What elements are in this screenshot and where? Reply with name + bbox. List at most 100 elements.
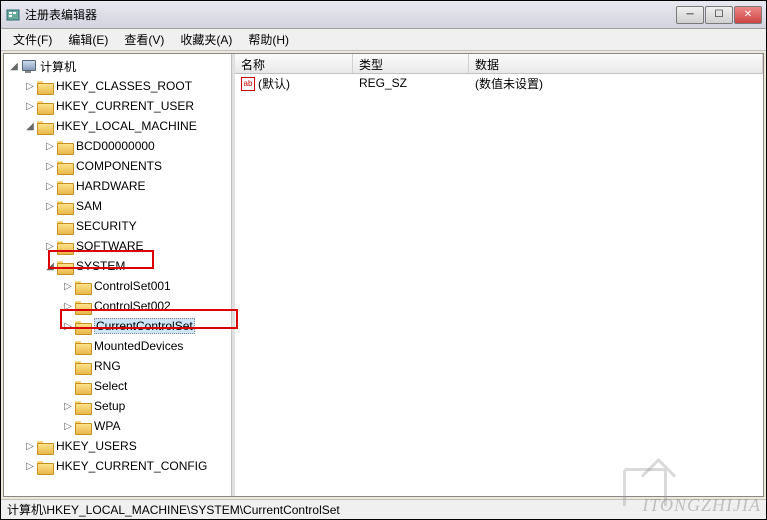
- close-button[interactable]: ✕: [734, 6, 762, 24]
- cell-type: REG_SZ: [353, 75, 469, 91]
- menu-favorites[interactable]: 收藏夹(A): [172, 29, 240, 50]
- tree-hkcr[interactable]: ▷ HKEY_CLASSES_ROOT: [4, 76, 231, 96]
- tree-hkcu[interactable]: ▷ HKEY_CURRENT_USER: [4, 96, 231, 116]
- window-controls: ─ ☐ ✕: [675, 6, 762, 24]
- tree-hku[interactable]: ▷ HKEY_USERS: [4, 436, 231, 456]
- tree-label: ControlSet001: [94, 279, 171, 293]
- tree-label-selected: CurrentControlSet: [94, 318, 195, 334]
- tree-mounted[interactable]: MountedDevices: [4, 336, 231, 356]
- folder-icon: [75, 319, 91, 333]
- tree-hkcc[interactable]: ▷ HKEY_CURRENT_CONFIG: [4, 456, 231, 476]
- tree-label: HKEY_CURRENT_USER: [56, 99, 194, 113]
- expand-icon[interactable]: ▷: [44, 160, 56, 172]
- tree-cs2[interactable]: ▷ ControlSet002: [4, 296, 231, 316]
- folder-icon: [57, 179, 73, 193]
- expand-icon[interactable]: ▷: [24, 80, 36, 92]
- tree-ccs[interactable]: ▷ CurrentControlSet: [4, 316, 231, 336]
- window-title: 注册表编辑器: [25, 6, 675, 23]
- tree-bcd[interactable]: ▷ BCD00000000: [4, 136, 231, 156]
- folder-icon: [37, 99, 53, 113]
- folder-icon: [37, 439, 53, 453]
- tree-security[interactable]: SECURITY: [4, 216, 231, 236]
- menu-edit[interactable]: 编辑(E): [60, 29, 116, 50]
- folder-icon: [57, 259, 73, 273]
- tree-label-computer: 计算机: [40, 58, 76, 75]
- tree-label: HKEY_CLASSES_ROOT: [56, 79, 192, 93]
- col-type[interactable]: 类型: [353, 54, 469, 73]
- tree-setup[interactable]: ▷ Setup: [4, 396, 231, 416]
- list-body[interactable]: ab(默认) REG_SZ (数值未设置): [235, 74, 763, 496]
- tree-label: SAM: [76, 199, 102, 213]
- expand-icon[interactable]: ▷: [44, 180, 56, 192]
- tree-label: Select: [94, 379, 127, 393]
- list-row[interactable]: ab(默认) REG_SZ (数值未设置): [235, 74, 763, 92]
- tree-sam[interactable]: ▷ SAM: [4, 196, 231, 216]
- tree-root[interactable]: ◢ 计算机: [4, 56, 231, 76]
- expand-icon[interactable]: ▷: [62, 300, 74, 312]
- tree-rng[interactable]: RNG: [4, 356, 231, 376]
- computer-icon: [21, 59, 37, 73]
- tree-label: HARDWARE: [76, 179, 146, 193]
- collapse-icon[interactable]: ◢: [24, 120, 36, 132]
- folder-icon: [75, 339, 91, 353]
- reg-sz-icon: ab: [241, 77, 255, 91]
- list-panel: 名称 类型 数据 ab(默认) REG_SZ (数值未设置): [235, 54, 763, 496]
- tree-components[interactable]: ▷ COMPONENTS: [4, 156, 231, 176]
- expand-icon[interactable]: ▷: [62, 280, 74, 292]
- collapse-icon[interactable]: ◢: [8, 60, 20, 72]
- tree-hardware[interactable]: ▷ HARDWARE: [4, 176, 231, 196]
- tree-hklm[interactable]: ◢ HKEY_LOCAL_MACHINE: [4, 116, 231, 136]
- folder-icon: [75, 399, 91, 413]
- expand-spacer: [62, 380, 74, 392]
- folder-icon: [37, 459, 53, 473]
- folder-icon: [57, 199, 73, 213]
- maximize-button[interactable]: ☐: [705, 6, 733, 24]
- expand-spacer: [44, 220, 56, 232]
- col-name[interactable]: 名称: [235, 54, 353, 73]
- tree-select[interactable]: Select: [4, 376, 231, 396]
- tree-label: BCD00000000: [76, 139, 155, 153]
- tree-label: SECURITY: [76, 219, 137, 233]
- tree-panel[interactable]: ◢ 计算机 ▷ HKEY_CLASSES_ROOT ▷ HKEY_CURRENT…: [4, 54, 232, 496]
- tree-label: HKEY_LOCAL_MACHINE: [56, 119, 197, 133]
- folder-icon: [37, 119, 53, 133]
- minimize-button[interactable]: ─: [676, 6, 704, 24]
- tree-label: HKEY_USERS: [56, 439, 137, 453]
- tree-system[interactable]: ◢ SYSTEM: [4, 256, 231, 276]
- expand-icon[interactable]: ▷: [62, 400, 74, 412]
- tree-label: HKEY_CURRENT_CONFIG: [56, 459, 207, 473]
- list-header: 名称 类型 数据: [235, 54, 763, 74]
- expand-icon[interactable]: ▷: [24, 100, 36, 112]
- tree-cs1[interactable]: ▷ ControlSet001: [4, 276, 231, 296]
- tree-wpa[interactable]: ▷ WPA: [4, 416, 231, 436]
- tree-label: COMPONENTS: [76, 159, 162, 173]
- tree-label: WPA: [94, 419, 120, 433]
- expand-icon[interactable]: ▷: [44, 140, 56, 152]
- expand-icon[interactable]: ▷: [62, 320, 74, 332]
- tree-label: SYSTEM: [76, 259, 125, 273]
- expand-spacer: [62, 360, 74, 372]
- cell-name: ab(默认): [235, 74, 353, 93]
- expand-icon[interactable]: ▷: [62, 420, 74, 432]
- content-area: ◢ 计算机 ▷ HKEY_CLASSES_ROOT ▷ HKEY_CURRENT…: [3, 53, 764, 497]
- menu-view[interactable]: 查看(V): [116, 29, 172, 50]
- menu-help[interactable]: 帮助(H): [240, 29, 297, 50]
- expand-icon[interactable]: ▷: [24, 440, 36, 452]
- folder-icon: [57, 239, 73, 253]
- col-data[interactable]: 数据: [469, 54, 763, 73]
- expand-icon[interactable]: ▷: [24, 460, 36, 472]
- expand-icon[interactable]: ▷: [44, 240, 56, 252]
- tree-label: RNG: [94, 359, 121, 373]
- status-path: 计算机\HKEY_LOCAL_MACHINE\SYSTEM\CurrentCon…: [7, 501, 340, 518]
- folder-icon: [75, 379, 91, 393]
- expand-spacer: [62, 340, 74, 352]
- folder-icon: [75, 299, 91, 313]
- registry-editor-window: 注册表编辑器 ─ ☐ ✕ 文件(F) 编辑(E) 查看(V) 收藏夹(A) 帮助…: [0, 0, 767, 520]
- collapse-icon[interactable]: ◢: [44, 260, 56, 272]
- expand-icon[interactable]: ▷: [44, 200, 56, 212]
- menu-file[interactable]: 文件(F): [5, 29, 60, 50]
- tree-label: SOFTWARE: [76, 239, 144, 253]
- tree-software[interactable]: ▷ SOFTWARE: [4, 236, 231, 256]
- folder-icon: [57, 139, 73, 153]
- titlebar[interactable]: 注册表编辑器 ─ ☐ ✕: [1, 1, 766, 29]
